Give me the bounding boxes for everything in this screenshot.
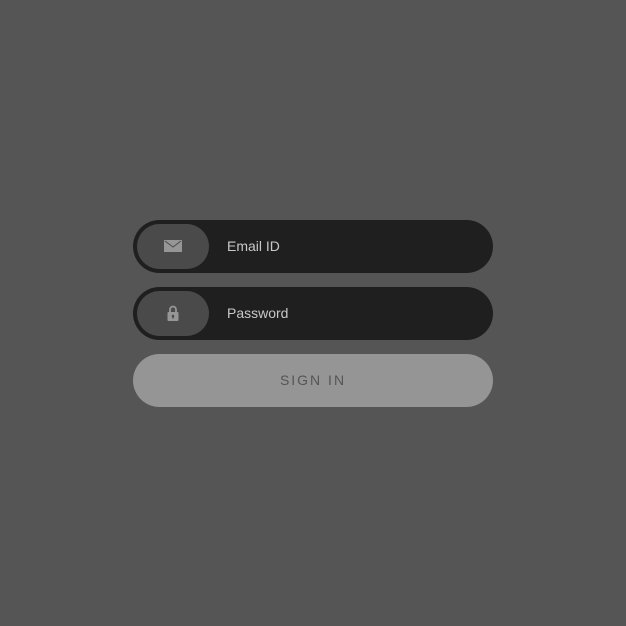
email-icon-bubble bbox=[137, 224, 209, 269]
email-input[interactable] bbox=[209, 224, 489, 269]
signin-button[interactable]: SIGN IN bbox=[133, 354, 493, 407]
password-icon-bubble bbox=[137, 291, 209, 336]
login-form: SIGN IN bbox=[133, 220, 493, 407]
password-field-container bbox=[133, 287, 493, 340]
envelope-icon bbox=[164, 240, 182, 252]
lock-icon bbox=[166, 305, 180, 322]
email-field-container bbox=[133, 220, 493, 273]
password-input[interactable] bbox=[209, 291, 489, 336]
